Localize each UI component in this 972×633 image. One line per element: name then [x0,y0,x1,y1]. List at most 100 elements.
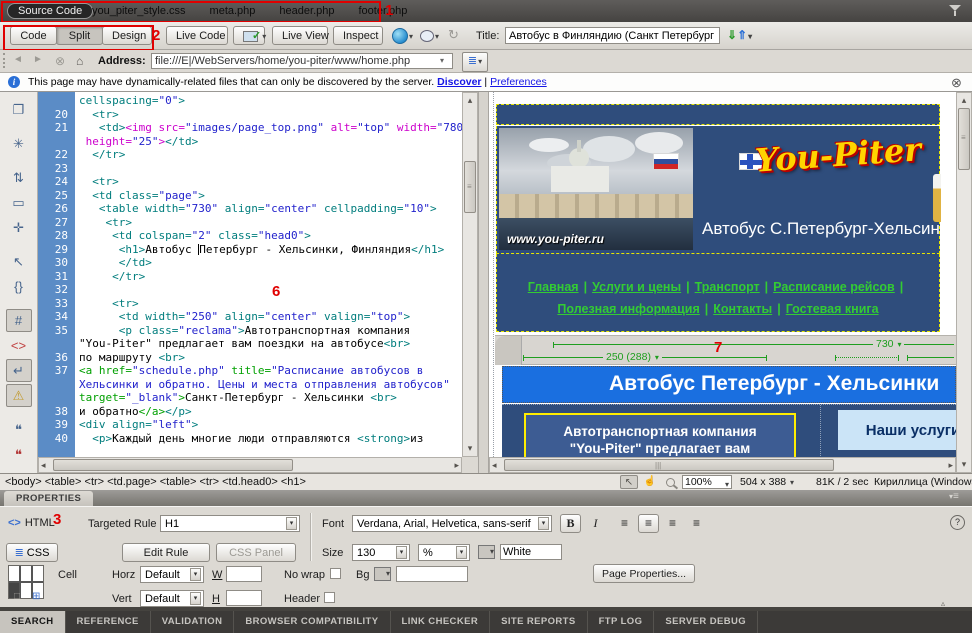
code-vertical-scrollbar[interactable]: ▴ ≡ ▾ [462,92,478,457]
file-management-icon[interactable]: ⇓⇑▾ [727,28,752,42]
page-h1-heading[interactable]: Автобус Петербург - Хельсинки [502,366,956,403]
code-line[interactable]: и обратно</a></p> [79,405,462,419]
balance-braces-icon[interactable]: {} [6,275,32,298]
reclama-box[interactable]: Автотранспортная компания "You-Piter" пр… [524,413,796,457]
bold-button[interactable]: B [560,514,581,533]
bottom-tab-link-checker[interactable]: LINK CHECKER [391,611,491,633]
hand-tool-icon[interactable]: ☝ [641,475,659,489]
bg-color-input[interactable] [396,566,468,582]
size-unit-select[interactable]: % ▾ [418,544,470,561]
size-select[interactable]: 130 ▾ [352,544,410,561]
related-file-tab[interactable]: meta.php [198,5,268,17]
show-code-navigator-icon[interactable]: ✳ [6,132,32,155]
syntax-error-alerts-icon[interactable]: ⚠ [6,384,32,407]
document-title-input[interactable] [505,27,720,44]
code-line[interactable]: "You-Piter" предлагает вам поездки на ав… [79,337,462,351]
properties-tab[interactable]: PROPERTIES [4,491,93,506]
code-line[interactable]: <a href="schedule.php" title="Расписание… [79,364,462,378]
zoom-tool-icon[interactable] [662,475,680,489]
nav-link[interactable]: Главная [528,280,579,294]
select-parent-tag-icon[interactable]: ↖ [6,250,32,273]
design-vertical-scrollbar[interactable]: ▴ ≡ ▾ [956,92,972,473]
targeted-rule-select[interactable]: H1 ▾ [160,515,300,532]
nav-link[interactable]: Контакты [713,302,772,316]
toolbar-grip[interactable] [3,53,5,68]
code-line[interactable]: <tr> [79,108,462,122]
italic-button[interactable]: I [585,514,606,533]
code-line[interactable]: <tr> [79,175,462,189]
column-width-menu[interactable]: 250 (288) ▾ [603,351,662,363]
code-line[interactable]: <table width="730" align="center" cellpa… [79,202,462,216]
bottom-tab-server-debug[interactable]: SERVER DEBUG [654,611,758,633]
align-right-button[interactable]: ≡ [662,514,683,533]
live-code-button[interactable]: Live Code [166,26,228,45]
zoom-level-select[interactable]: 100% ▾ [682,475,732,489]
design-view-button[interactable]: Design [102,26,152,45]
code-line[interactable]: <td colspan="2" class="head0"> [79,229,462,243]
cell-height-input[interactable] [226,590,262,606]
check-browser-compatibility-button[interactable]: ✓▾ [233,26,265,45]
nav-link[interactable]: Расписание рейсов [773,280,895,294]
filter-related-files-icon[interactable] [948,5,962,18]
scroll-down-icon[interactable]: ▾ [957,459,971,470]
back-icon[interactable]: ◄ [13,54,23,65]
design-view[interactable]: www.you-piter.ru You-Piter Автобус С.Пет… [489,92,956,457]
css-properties-button[interactable]: ≣CSS [6,543,58,562]
split-view-button[interactable]: Split [56,26,103,45]
code-line[interactable]: </tr> [79,270,462,284]
code-line[interactable]: <p class="reclama">Автотранспортная комп… [79,324,462,338]
scrollbar-thumb[interactable]: ≡ [464,161,476,213]
panel-menu-icon[interactable]: ▾≡ [948,491,959,502]
cell-width-input[interactable] [226,566,262,582]
address-dropdown-icon[interactable]: ▾ [440,56,444,65]
code-line[interactable]: <div align="left"> [79,418,462,432]
scrollbar-thumb[interactable]: ||| [504,459,834,471]
bottom-tab-browser-compatibility[interactable]: BROWSER COMPATIBILITY [234,611,390,633]
code-line[interactable]: cellspacing="0"> [79,94,462,108]
home-icon[interactable]: ⌂ [76,54,83,68]
scrollbar-thumb[interactable]: ≡ [958,108,970,170]
page-properties-button[interactable]: Page Properties... [593,564,695,583]
live-view-button[interactable]: Live View [272,26,328,45]
code-line[interactable]: </tr> [79,148,462,162]
code-line[interactable]: <p>Каждый день многие люди отправляются … [79,432,462,446]
text-color-swatch[interactable]: ▾ [478,545,495,559]
bottom-tab-search[interactable]: SEARCH [0,611,66,633]
align-left-button[interactable]: ≡ [614,514,635,533]
table-width-menu[interactable]: 730 ▾ [873,338,904,350]
window-size-select[interactable]: 504 x 388 ▾ [740,476,794,488]
browser-list-button[interactable]: ≣▾ [462,52,488,72]
code-line[interactable]: по маршруту <br> [79,351,462,365]
font-select[interactable]: Verdana, Arial, Helvetica, sans-serif ▾ [352,515,552,532]
collapse-selection-icon[interactable]: ▭ [6,191,32,214]
scroll-right-icon[interactable]: ▸ [454,460,459,471]
visual-aids-icon[interactable]: ▾ [420,27,439,42]
inspect-button[interactable]: Inspect [333,26,383,45]
nav-link[interactable]: Транспорт [695,280,760,294]
line-numbers-icon[interactable]: # [6,309,32,332]
html-properties-button[interactable]: <>HTML [8,517,55,529]
highlight-invalid-code-icon[interactable]: <> [6,334,32,357]
scroll-up-icon[interactable]: ▴ [463,95,477,106]
edit-rule-button[interactable]: Edit Rule [122,543,210,562]
scrollbar-thumb[interactable] [53,459,293,471]
table-width-bar[interactable]: 730 ▾ 250 (288) ▾ 7 [495,335,956,365]
discover-link[interactable]: Discover [437,76,481,88]
code-line[interactable]: <td width="250" align="center" valign="t… [79,310,462,324]
related-file-tab[interactable]: header.php [267,5,346,17]
nav-link[interactable]: Гостевая книга [786,302,879,316]
page-top-image-row[interactable] [496,104,940,125]
close-info-bar-icon[interactable]: ⊗ [951,75,962,91]
expand-all-icon[interactable]: ✛ [6,216,32,239]
forward-icon[interactable]: ► [33,54,43,65]
bottom-tab-reference[interactable]: REFERENCE [66,611,151,633]
code-line[interactable]: </td> [79,256,462,270]
justify-button[interactable]: ≡ [686,514,707,533]
code-line[interactable]: target="_blank">Санкт-Петербург - Хельси… [79,391,462,405]
scroll-left-icon[interactable]: ◂ [41,460,46,471]
related-file-tab[interactable]: you_piter_style.css [80,5,198,17]
helsinki-photo[interactable]: www.you-piter.ru [499,128,693,250]
code-line[interactable]: height="25"></td> [79,135,462,149]
bottom-tab-validation[interactable]: VALIDATION [151,611,235,633]
code-horizontal-scrollbar[interactable]: ◂ ▸ [38,457,462,473]
